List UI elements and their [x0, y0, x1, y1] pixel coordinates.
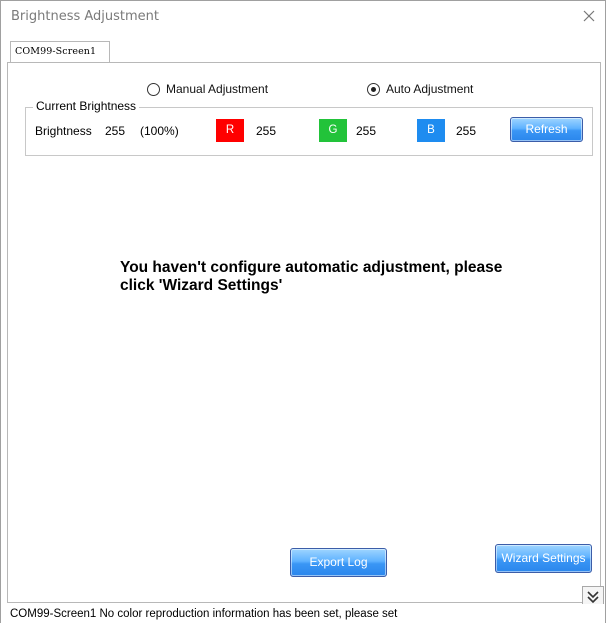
brightness-label: Brightness — [35, 124, 92, 138]
manual-adjustment-radio[interactable]: Manual Adjustment — [147, 82, 268, 96]
close-icon[interactable] — [579, 6, 599, 26]
wizard-hint-message: You haven't configure automatic adjustme… — [120, 259, 503, 294]
green-channel-swatch: G — [319, 119, 347, 142]
tab-com99-screen1[interactable]: COM99-Screen1 — [10, 41, 110, 63]
radio-unchecked-icon — [147, 82, 160, 96]
blue-channel-swatch: B — [417, 119, 445, 142]
brightness-percent: (100%) — [140, 124, 179, 138]
tab-label: COM99-Screen1 — [15, 46, 97, 57]
title-bar: Brightness Adjustment — [1, 1, 605, 31]
wizard-settings-button[interactable]: Wizard Settings — [495, 544, 592, 573]
radio-checked-icon — [367, 82, 380, 96]
auto-adjustment-label: Auto Adjustment — [386, 82, 474, 96]
current-brightness-legend: Current Brightness — [33, 99, 140, 113]
blue-channel-value: 255 — [456, 124, 477, 138]
status-bar: COM99-Screen1 No color reproduction info… — [1, 604, 605, 623]
refresh-button[interactable]: Refresh — [510, 117, 583, 142]
window-title: Brightness Adjustment — [11, 9, 160, 24]
status-message: COM99-Screen1 No color reproduction info… — [10, 608, 398, 620]
manual-adjustment-label: Manual Adjustment — [166, 82, 269, 96]
red-channel-value: 255 — [256, 124, 277, 138]
red-channel-swatch: R — [216, 119, 244, 142]
export-log-button[interactable]: Export Log — [290, 548, 387, 577]
green-channel-value: 255 — [356, 124, 377, 138]
brightness-value: 255 — [105, 124, 126, 138]
auto-adjustment-radio[interactable]: Auto Adjustment — [367, 82, 473, 96]
brightness-adjustment-window: Brightness Adjustment COM99-Screen1 Manu… — [0, 0, 606, 623]
